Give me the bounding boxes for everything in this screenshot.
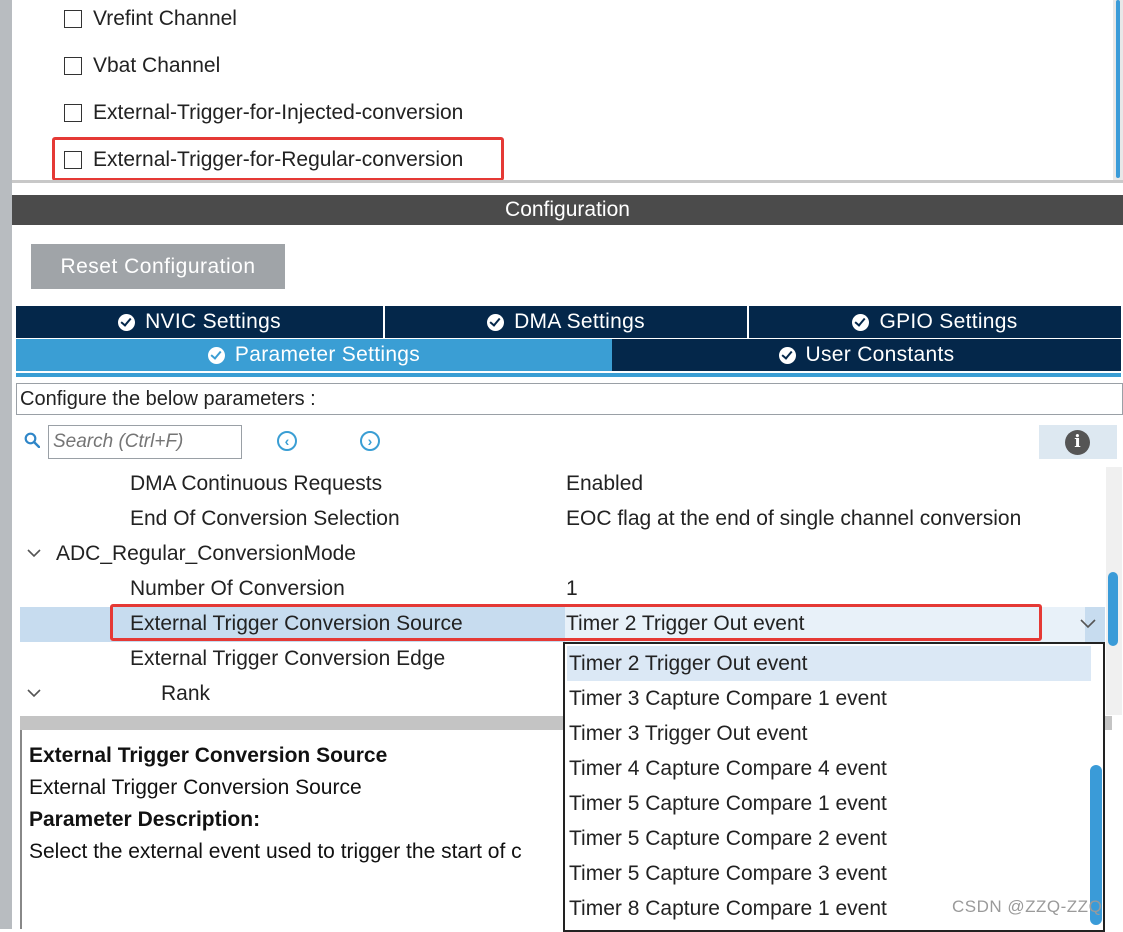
watermark: CSDN @ZZQ-ZZQ: [952, 897, 1103, 916]
search-input[interactable]: [48, 425, 242, 459]
checkbox-box[interactable]: [64, 57, 82, 75]
dropdown-option[interactable]: Timer 2 Trigger Out event: [567, 646, 1091, 681]
param-value: 1: [566, 577, 578, 600]
checkbox-vrefint-channel[interactable]: Vrefint Channel: [64, 4, 237, 34]
dropdown-option[interactable]: Timer 5 Capture Compare 2 event: [567, 821, 1091, 856]
reset-configuration-button[interactable]: Reset Configuration: [31, 244, 285, 289]
tab-label: GPIO Settings: [879, 310, 1018, 333]
check-circle-icon: [207, 346, 225, 364]
tab-label: User Constants: [805, 343, 955, 366]
top-panel-scroll-thumb[interactable]: [1116, 0, 1120, 178]
search-previous-icon[interactable]: ‹: [277, 431, 297, 451]
tab-parameter-settings[interactable]: Parameter Settings: [16, 339, 612, 371]
tab-gpio-settings[interactable]: GPIO Settings: [749, 306, 1121, 338]
param-row-number-of-conversion[interactable]: Number Of Conversion 1: [20, 572, 1105, 607]
check-circle-icon: [118, 313, 136, 331]
param-list-scroll-thumb[interactable]: [1108, 572, 1118, 646]
configuration-header: Configuration: [12, 195, 1123, 225]
param-label: External Trigger Conversion Edge: [130, 647, 446, 670]
checkbox-label: External-Trigger-for-Injected-conversion: [93, 101, 464, 124]
description-param-heading: Parameter Description:: [29, 808, 261, 831]
dropdown-option[interactable]: Timer 3 Capture Compare 1 event: [567, 681, 1091, 716]
checkbox-label: Vbat Channel: [93, 54, 221, 77]
description-subtitle: External Trigger Conversion Source: [29, 776, 362, 799]
annotation-highlight-box: [52, 137, 504, 181]
check-circle-icon: [852, 313, 870, 331]
checkbox-box[interactable]: [64, 10, 82, 28]
tab-label: DMA Settings: [514, 310, 645, 333]
check-circle-icon: [487, 313, 505, 331]
tab-dma-settings[interactable]: DMA Settings: [385, 306, 749, 338]
param-row-dma-continuous-requests[interactable]: DMA Continuous Requests Enabled: [20, 467, 1105, 502]
param-label: End Of Conversion Selection: [130, 507, 400, 530]
info-icon[interactable]: i: [1065, 430, 1090, 455]
checkbox-external-trigger-injected[interactable]: External-Trigger-for-Injected-conversion: [64, 98, 463, 128]
configure-parameters-label: Configure the below parameters :: [16, 383, 1123, 415]
check-circle-icon: [778, 346, 796, 364]
dropdown-option[interactable]: Timer 3 Trigger Out event: [567, 716, 1091, 751]
search-next-icon[interactable]: ›: [360, 431, 380, 451]
annotation-highlight-box: [110, 604, 1042, 641]
tab-label: Parameter Settings: [234, 343, 421, 366]
tab-user-constants[interactable]: User Constants: [612, 339, 1121, 371]
param-group-label: Rank: [161, 682, 211, 705]
left-panel-edge: [0, 0, 12, 929]
description-title: External Trigger Conversion Source: [29, 744, 388, 767]
checkbox-vbat-channel[interactable]: Vbat Channel: [64, 51, 220, 81]
dropdown-option[interactable]: Timer 5 Capture Compare 3 event: [567, 856, 1091, 891]
param-group-label: ADC_Regular_ConversionMode: [56, 542, 356, 565]
dropdown-option[interactable]: Timer 4 Capture Compare 4 event: [567, 751, 1091, 786]
chevron-down-icon[interactable]: [26, 687, 42, 699]
checkbox-box[interactable]: [64, 104, 82, 122]
param-row-end-of-conversion-selection[interactable]: End Of Conversion Selection EOC flag at …: [20, 502, 1105, 537]
dropdown-option[interactable]: Timer 5 Capture Compare 1 event: [567, 786, 1091, 821]
trigger-source-dropdown-list[interactable]: Timer 2 Trigger Out event Timer 3 Captur…: [563, 642, 1105, 932]
panel-splitter[interactable]: [12, 180, 1123, 183]
param-label: Number Of Conversion: [130, 577, 345, 600]
param-value: Enabled: [566, 472, 644, 495]
search-icon[interactable]: [24, 432, 40, 448]
param-value: EOC flag at the end of single channel co…: [566, 507, 1022, 530]
dropdown-chevron-icon[interactable]: [1074, 611, 1102, 635]
param-label: DMA Continuous Requests: [130, 472, 383, 495]
tab-underline: [16, 373, 1121, 377]
chevron-down-icon[interactable]: [26, 547, 42, 559]
tab-nvic-settings[interactable]: NVIC Settings: [16, 306, 385, 338]
tab-label: NVIC Settings: [145, 310, 281, 333]
checkbox-label: Vrefint Channel: [93, 7, 237, 30]
description-text: Select the external event used to trigge…: [29, 840, 522, 863]
param-group-adc-regular-conversion-mode[interactable]: ADC_Regular_ConversionMode: [20, 537, 1105, 572]
